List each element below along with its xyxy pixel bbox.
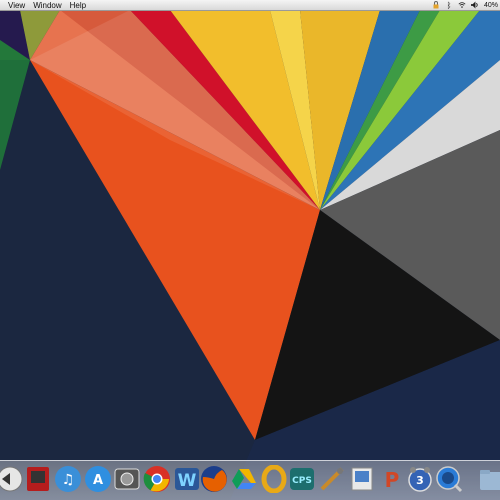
menu-bar: View Window Help ᛒ 40% bbox=[0, 0, 500, 11]
bluetooth-icon[interactable]: ᛒ bbox=[445, 1, 453, 10]
chrome-icon[interactable] bbox=[143, 465, 171, 493]
menu-help[interactable]: Help bbox=[66, 0, 90, 11]
preview-icon[interactable] bbox=[348, 465, 376, 493]
menu-window[interactable]: Window bbox=[29, 0, 65, 11]
powerpoint-icon[interactable]: P bbox=[378, 465, 406, 493]
wifi-icon[interactable] bbox=[458, 1, 466, 9]
svg-text:W: W bbox=[178, 471, 197, 491]
battery-percentage[interactable]: 40% bbox=[484, 2, 498, 9]
app-store-icon[interactable]: A bbox=[84, 465, 112, 493]
instruments-icon[interactable] bbox=[318, 465, 346, 493]
dock: ♫ A W CPS P 3 bbox=[0, 460, 500, 500]
quicktime-icon[interactable] bbox=[435, 465, 463, 493]
svg-text:♫: ♫ bbox=[62, 472, 75, 488]
alarm-badge-count: 3 bbox=[416, 474, 424, 487]
alarm-clock-icon[interactable]: 3 bbox=[406, 465, 434, 493]
folder-icon[interactable] bbox=[478, 465, 500, 493]
desktop-wallpaper bbox=[0, 0, 500, 500]
svg-text:CPS: CPS bbox=[292, 476, 312, 486]
word-icon[interactable]: W bbox=[173, 465, 201, 493]
status-area: ᛒ 40% bbox=[432, 1, 500, 10]
itunes-icon[interactable]: ♫ bbox=[54, 465, 82, 493]
google-drive-icon[interactable] bbox=[230, 465, 258, 493]
reeder-icon[interactable] bbox=[0, 465, 24, 493]
firefox-icon[interactable] bbox=[200, 465, 228, 493]
photo-booth-icon[interactable] bbox=[24, 465, 52, 493]
svg-text:A: A bbox=[93, 473, 103, 488]
volume-icon[interactable] bbox=[470, 1, 479, 9]
svg-text:P: P bbox=[385, 468, 400, 492]
outlook-icon[interactable] bbox=[260, 465, 288, 493]
menu-view[interactable]: View bbox=[0, 0, 29, 11]
lock-icon[interactable] bbox=[432, 1, 440, 9]
image-capture-icon[interactable] bbox=[113, 465, 141, 493]
creative-cloud-icon[interactable]: CPS bbox=[288, 465, 316, 493]
